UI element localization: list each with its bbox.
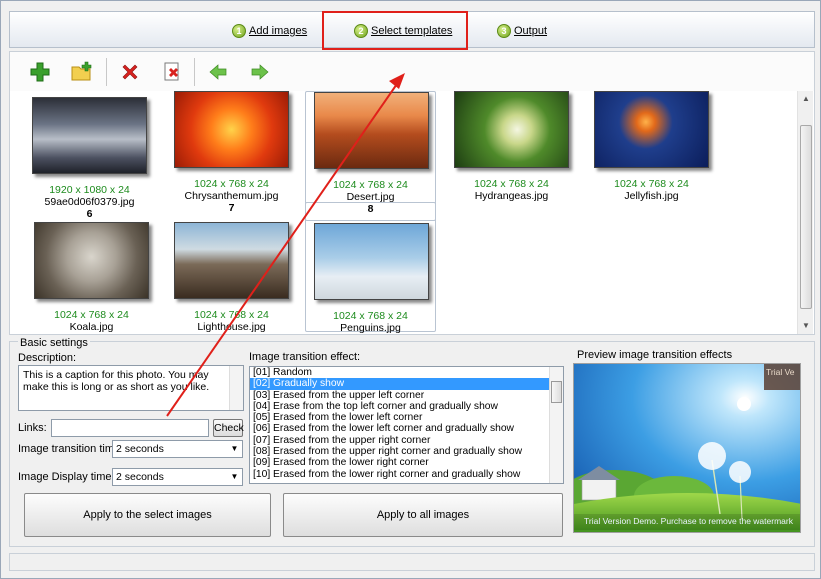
links-label: Links:: [18, 422, 47, 434]
thumbnail-image: [314, 92, 429, 169]
thumbnail-image: [174, 222, 289, 299]
select-value: 2 seconds: [116, 443, 164, 455]
effect-list-item[interactable]: [08] Erased from the upper right corner …: [250, 446, 563, 457]
image-filename: Penguins.jpg: [340, 322, 401, 334]
thumbnail-item-selected[interactable]: 1024 x 768 x 24 Penguins.jpg: [305, 202, 436, 334]
description-label: Description:: [18, 352, 77, 364]
delete-icon[interactable]: [118, 60, 142, 84]
preview-label: Preview image transition effects: [577, 349, 733, 361]
effect-list-item[interactable]: [05] Erased from the lower left corner: [250, 412, 563, 423]
toolbar: [9, 51, 815, 91]
image-index: 6: [86, 208, 93, 220]
transition-time-select[interactable]: 2 seconds ▼: [112, 440, 243, 458]
image-filename: 59ae0d06f0379.jpg: [44, 196, 135, 208]
step-add-images[interactable]: 1 Add images: [232, 22, 307, 40]
thumbnail-image: [594, 91, 709, 168]
image-dimensions: 1024 x 768 x 24: [194, 309, 269, 321]
image-dimensions: 1024 x 768 x 24: [474, 178, 549, 190]
thumbnail-image: [314, 223, 429, 300]
list-scrollbar[interactable]: [549, 367, 563, 483]
scroll-up-icon[interactable]: ▲: [798, 91, 814, 107]
highlight-box: [322, 11, 468, 50]
watermark-text: Trial Ve: [766, 367, 795, 377]
thumbnail-item[interactable]: 1024 x 768 x 24 Jellyfish.jpg: [586, 91, 717, 221]
step-label: Add images: [249, 25, 308, 37]
scroll-down-icon[interactable]: ▼: [798, 318, 814, 334]
move-right-icon[interactable]: [248, 60, 272, 84]
effect-list-item[interactable]: [09] Erased from the lower right corner: [250, 457, 563, 468]
chevron-down-icon[interactable]: ▼: [227, 441, 242, 457]
watermark-text: Trial Version Demo. Purchase to remove t…: [584, 516, 793, 526]
clear-all-icon[interactable]: [160, 60, 184, 84]
thumbnail-image: [454, 91, 569, 168]
thumbnail-scrollbar[interactable]: ▲ ▼: [797, 91, 813, 334]
toolbar-separator: [194, 58, 195, 86]
effect-list-item[interactable]: [04] Erase from the top left corner and …: [250, 401, 563, 412]
links-input[interactable]: [51, 419, 209, 437]
transition-effect-label: Image transition effect:: [249, 351, 361, 363]
settings-group-label: Basic settings: [18, 337, 90, 349]
apply-selected-button[interactable]: Apply to the select images: [24, 493, 271, 537]
effect-list-item[interactable]: [02] Gradually show: [250, 378, 563, 390]
toolbar-separator: [106, 58, 107, 86]
description-textarea[interactable]: This is a caption for this photo. You ma…: [18, 365, 244, 411]
image-index: 7: [228, 202, 235, 214]
check-button[interactable]: Check: [213, 419, 244, 437]
thumbnail-item[interactable]: 1024 x 768 x 24 Hydrangeas.jpg: [446, 91, 577, 221]
chevron-down-icon[interactable]: ▼: [227, 469, 242, 485]
thumbnail-image: [32, 97, 147, 174]
apply-all-button[interactable]: Apply to all images: [283, 493, 563, 537]
description-text: This is a caption for this photo. You ma…: [23, 369, 210, 393]
image-filename: Lighthouse.jpg: [197, 321, 266, 333]
image-filename: Hydrangeas.jpg: [474, 190, 549, 202]
step-label: Output: [514, 25, 548, 37]
image-dimensions: 1920 x 1080 x 24: [49, 184, 130, 196]
add-folder-icon[interactable]: [70, 60, 94, 84]
textarea-scrollbar[interactable]: [229, 366, 243, 410]
step-output[interactable]: 3 Output: [497, 22, 547, 40]
image-dimensions: 1024 x 768 x 24: [194, 178, 269, 190]
thumbnail-item[interactable]: 1024 x 768 x 24 Lighthouse.jpg: [166, 222, 297, 334]
select-value: 2 seconds: [116, 471, 164, 483]
effect-list-item[interactable]: [07] Erased from the upper right corner: [250, 435, 563, 446]
preview-scene: [574, 364, 800, 532]
effect-items: [01] Random [02] Gradually show [03] Erase…: [250, 367, 563, 480]
image-filename: Jellyfish.jpg: [624, 190, 679, 202]
display-time-label: Image Display time:: [18, 471, 115, 483]
effect-list-item[interactable]: [01] Random: [250, 367, 563, 378]
effect-list-item[interactable]: [10] Erased from the lower right corner …: [250, 469, 563, 480]
thumbnail-image: [174, 91, 289, 168]
step-number-icon: 1: [232, 24, 246, 38]
thumbnail-item[interactable]: 1024 x 768 x 24 Koala.jpg: [26, 222, 157, 334]
image-dimensions: 1024 x 768 x 24: [54, 309, 129, 321]
effect-list-item[interactable]: [03] Erased from the upper left corner: [250, 390, 563, 401]
display-time-select[interactable]: 2 seconds ▼: [112, 468, 243, 486]
thumbnail-item[interactable]: 1024 x 768 x 24 Chrysanthemum.jpg 7: [166, 91, 297, 221]
thumbnail-grid: 1920 x 1080 x 24 59ae0d06f0379.jpg 6 102…: [9, 91, 815, 335]
image-filename: Koala.jpg: [69, 321, 114, 333]
move-left-icon[interactable]: [206, 60, 230, 84]
add-image-icon[interactable]: [28, 60, 52, 84]
thumbnail-image: [34, 222, 149, 299]
effect-list-item[interactable]: [06] Erased from the lower left corner a…: [250, 423, 563, 434]
scrollbar-thumb[interactable]: [551, 381, 562, 403]
transition-effect-list[interactable]: [01] Random [02] Gradually show [03] Erase…: [249, 366, 564, 484]
preview-image: Trial Ve Trial Version Demo. Purchase to…: [573, 363, 801, 533]
thumbnail-item[interactable]: 1920 x 1080 x 24 59ae0d06f0379.jpg 6: [24, 97, 155, 227]
image-dimensions: 1024 x 768 x 24: [333, 310, 408, 322]
scrollbar-thumb[interactable]: [800, 125, 812, 309]
status-bar: [9, 553, 815, 571]
image-dimensions: 1024 x 768 x 24: [333, 179, 408, 191]
image-filename: Chrysanthemum.jpg: [184, 190, 279, 202]
step-number-icon: 3: [497, 24, 511, 38]
app-window: 1 Add images 2 Select templates 3 Output: [0, 0, 821, 579]
transition-time-label: Image transition time:: [18, 443, 124, 455]
image-dimensions: 1024 x 768 x 24: [614, 178, 689, 190]
